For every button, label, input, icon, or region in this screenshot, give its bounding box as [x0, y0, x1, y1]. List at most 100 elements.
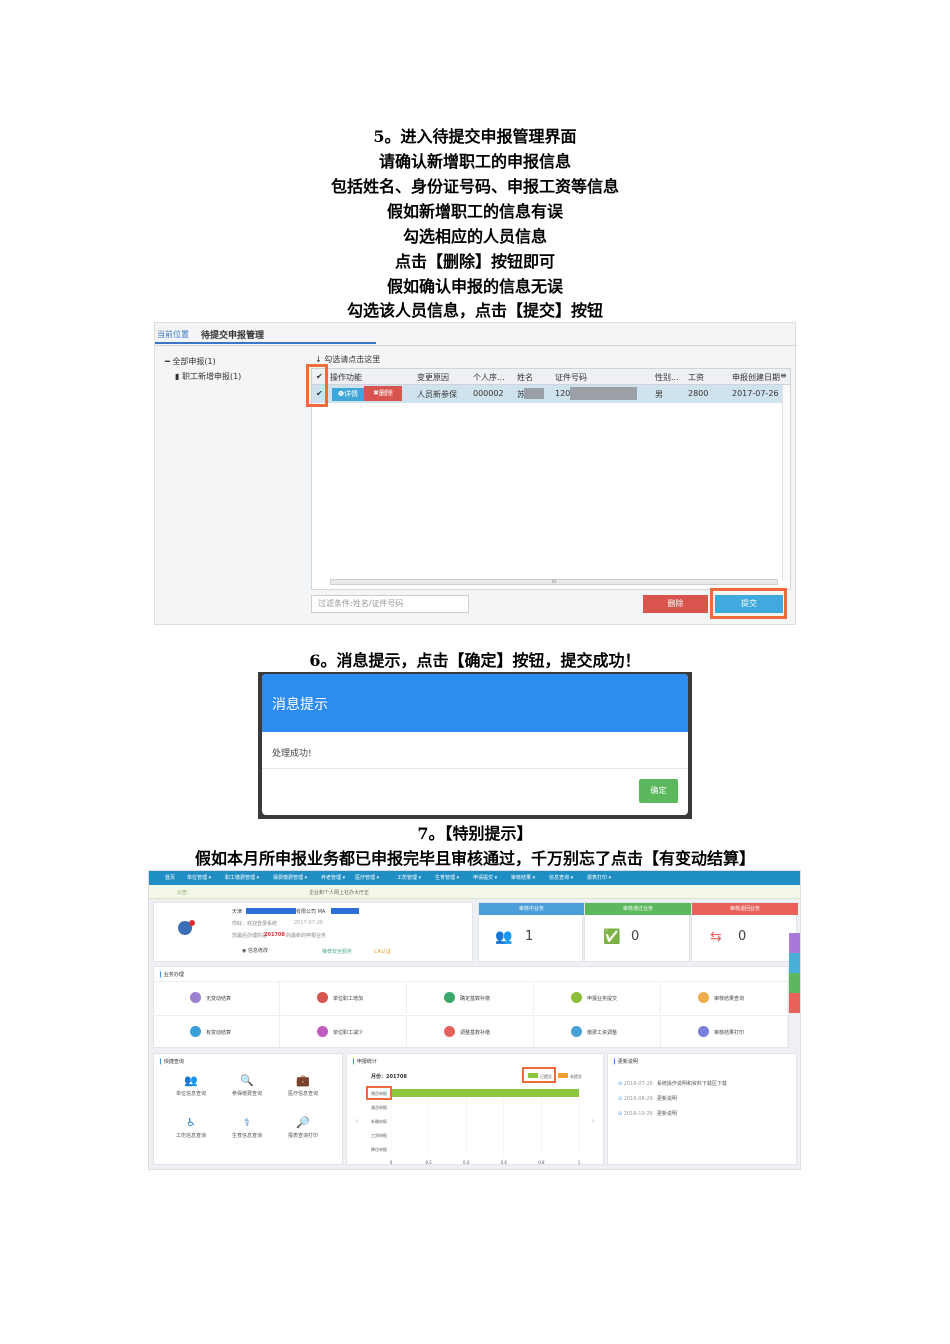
column-header[interactable]: 个人序... [473, 372, 513, 383]
table-row[interactable]: ✔ ❶详情 ✖删除 人员新参保 000002 苏 120 男 2800 2017… [312, 385, 782, 403]
id-number: 120 [555, 389, 571, 398]
column-header[interactable]: 变更原因 [417, 372, 449, 383]
collapse-icon[interactable]: ━ [165, 357, 170, 366]
caption-line: 包括姓名、身份证号码、申报工资等信息 [330, 177, 619, 196]
business-icon [444, 1026, 455, 1037]
detail-button[interactable]: ❶详情 [332, 388, 364, 401]
business-item[interactable]: 无变动结算 [154, 981, 280, 1014]
tree-child[interactable]: ▮ 职工新增申报(1) [175, 371, 241, 382]
business-item[interactable]: 缴费工资调整 [535, 1015, 661, 1048]
column-menu-icon[interactable]: ≡ [780, 371, 787, 380]
quick-item[interactable]: 🔎 报表查询打印 [276, 1116, 330, 1154]
nav-item[interactable]: 医疗管理 ▾ [355, 874, 379, 881]
stat-approved[interactable]: 审核通过业务 ✅ 0 [584, 902, 691, 962]
update-item[interactable]: ⊙ 2016-08-29 更新说明 [618, 1095, 788, 1105]
legend-label: 未提交 [570, 1073, 582, 1079]
quick-icon: 🔍 [240, 1074, 254, 1087]
quick-icon: ♿ [186, 1116, 196, 1129]
business-item[interactable]: 审核结果查询 [662, 981, 788, 1014]
business-item[interactable]: 确定基数补缴 [408, 981, 534, 1014]
delete-button[interactable]: 删除 [643, 595, 708, 613]
column-header[interactable]: 申报创建日期 [732, 372, 780, 383]
column-header[interactable]: 操作功能 [330, 372, 362, 383]
page-title[interactable]: 待提交申报管理 [201, 328, 264, 341]
stat-reviewing[interactable]: 审核中业务 👥 1 [478, 902, 584, 962]
update-date: 2016-08-29 [623, 1096, 653, 1102]
stat-returned[interactable]: 审核退回业务 ⇆ 0 [691, 902, 798, 962]
column-header[interactable]: 工资 [688, 372, 704, 383]
nav-item[interactable]: 职工缴费管理 ▾ [225, 874, 259, 881]
security-service-link[interactable]: 推荐安全服务 [322, 948, 352, 955]
nav-item[interactable]: 养老管理 ▾ [321, 874, 345, 881]
checkbox-highlight [306, 364, 328, 407]
business-item[interactable]: 申报业务提交 [535, 981, 661, 1014]
top-nav: 首页 单位管理 ▾ 职工缴费管理 ▾ 保费缴费管理 ▾ 养老管理 ▾ 医疗管理 … [149, 871, 800, 885]
month-label: 月份：201708 [370, 1073, 407, 1080]
quick-label: 工伤信息查询 [175, 1133, 206, 1139]
nav-item[interactable]: 报表打印 ▾ [587, 874, 611, 881]
update-item[interactable]: ⊙ 2016-10-26 更新说明 [618, 1110, 788, 1120]
business-item[interactable]: 审核结果打印 [662, 1015, 788, 1048]
nav-item[interactable]: 信息查询 ▾ [549, 874, 573, 881]
breadcrumb[interactable]: 当前位置 [157, 329, 189, 340]
x-tick-label: 0.2 [425, 1160, 432, 1165]
detail-label: 详情 [344, 390, 359, 398]
row-delete-button[interactable]: ✖删除 [364, 386, 402, 401]
quick-item[interactable]: 👥 单位信息查询 [164, 1074, 218, 1112]
nav-item[interactable]: 申请提交 ▾ [473, 874, 497, 881]
nav-item[interactable]: 生育管理 ▾ [435, 874, 459, 881]
bullet-icon: ⊙ [618, 1081, 624, 1087]
notice-text[interactable]: 企业和个人网上社办大厅正 [309, 889, 369, 896]
dashboard-screen: 首页 单位管理 ▾ 职工缴费管理 ▾ 保费缴费管理 ▾ 养老管理 ▾ 医疗管理 … [148, 870, 801, 1170]
business-item[interactable]: 有变动结算 [154, 1015, 280, 1048]
quick-item[interactable]: ♿ 工伤信息查询 [164, 1116, 218, 1154]
caption-line: 假如新增职工的信息有误 [386, 202, 563, 221]
business-label: 申报业务提交 [587, 996, 618, 1002]
nav-item[interactable]: 保费缴费管理 ▾ [273, 874, 307, 881]
legend-swatch-pending [558, 1073, 568, 1078]
quick-item[interactable]: 💼 医疗信息查询 [276, 1074, 330, 1112]
last-business-prefix: 您最后办理的是 [232, 933, 268, 939]
business-icon [317, 1026, 328, 1037]
edit-info-link[interactable]: ◉ 信息修改 [242, 947, 268, 954]
ca-cert-link[interactable]: CA认证 [374, 948, 391, 955]
update-item[interactable]: ⊙ 2016-07-26 系统操作说明和资料下载区下载 [618, 1080, 788, 1090]
side-refresh-button[interactable] [789, 973, 800, 993]
side-power-button[interactable] [789, 993, 800, 1013]
vertical-scrollbar[interactable] [782, 385, 790, 581]
business-item[interactable]: 单位职工减少 [281, 1015, 407, 1048]
column-header[interactable]: 姓名 [517, 372, 533, 383]
quick-icon: 💼 [296, 1074, 310, 1087]
nav-item[interactable]: 单位管理 ▾ [187, 874, 211, 881]
column-header[interactable]: 证件号码 [555, 372, 587, 383]
quick-item[interactable]: 🔍 参保缴费查询 [220, 1074, 274, 1112]
filter-input[interactable]: 过滤条件:姓名/证件号码 [311, 595, 469, 613]
caption-line: 5。进入待提交申报管理界面 [373, 127, 577, 146]
side-help-button[interactable] [789, 953, 800, 973]
nav-item[interactable]: 审核结果 ▾ [511, 874, 535, 881]
step7-text: 假如本月所申报业务都已申报完毕且审核通过，千万别忘了点击【有变动结算】 [194, 849, 755, 868]
caption-line: 点击【删除】按钮即可 [394, 252, 555, 271]
tree-root[interactable]: ━ 全部申报(1) [165, 356, 216, 367]
side-clock-button[interactable] [789, 933, 800, 953]
column-header[interactable]: 性别... [655, 372, 685, 383]
business-item[interactable]: 调整基数补缴 [408, 1015, 534, 1048]
caption-line: 假如确认申报的信息无误 [386, 277, 563, 296]
nav-item[interactable]: 首页 [165, 874, 175, 881]
bullet-icon: ⊙ [618, 1096, 624, 1102]
profile-panel: 天津 有限公司 MA 你好，欢迎登录系统 2017-07-26 您最后办理的是 … [153, 902, 473, 962]
nav-item[interactable]: 工伤管理 ▾ [397, 874, 421, 881]
message-dialog: 消息提示 处理成功! 确定 [262, 674, 688, 815]
create-date: 2017-07-26 [732, 389, 779, 398]
redaction-block [246, 908, 296, 914]
business-item[interactable]: 单位职工增加 [281, 981, 407, 1014]
category-label: 工资申报 [371, 1132, 387, 1138]
ok-button[interactable]: 确定 [639, 779, 678, 803]
horizontal-scrollbar[interactable]: III [330, 579, 778, 585]
caption-line: 勾选相应的人员信息 [402, 227, 547, 246]
quick-item[interactable]: ⚕ 生育信息查询 [220, 1116, 274, 1154]
caption-line: 请确认新增职工的申报信息 [378, 152, 571, 171]
update-text: 系统操作说明和资料下载区下载 [656, 1081, 727, 1087]
business-label: 单位职工减少 [333, 1030, 364, 1036]
declaration-bar-chart: 月份：201708 已提交 未提交 0 0.2 0.4 0.6 0.8 1 增员申报减员申报补缴申… [355, 1067, 595, 1165]
